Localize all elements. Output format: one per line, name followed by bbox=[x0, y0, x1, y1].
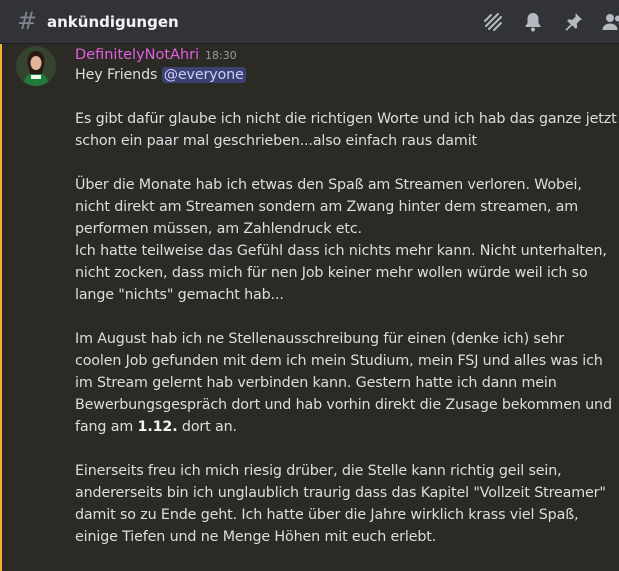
message-line: Hey Friends @everyone bbox=[75, 64, 246, 86]
message-text: fang am bbox=[75, 419, 134, 435]
threads-icon[interactable] bbox=[481, 10, 505, 34]
message-line: Im August hab ich ne Stellenausschreibun… bbox=[75, 331, 564, 347]
message-line: Es gibt dafür glaube ich nicht die richt… bbox=[75, 111, 617, 127]
avatar[interactable] bbox=[16, 46, 56, 86]
members-icon[interactable] bbox=[601, 10, 619, 34]
channel-name: ankündigungen bbox=[47, 13, 179, 31]
message-text: dort an. bbox=[181, 419, 237, 435]
pin-icon[interactable] bbox=[561, 10, 585, 34]
message-line: coolen Job gefunden mit dem ich mein Stu… bbox=[75, 353, 603, 369]
message-line: einige Tiefen und ne Menge Höhen mit euc… bbox=[75, 529, 437, 545]
message-line: Ich hatte teilweise das Gefühl dass ich … bbox=[75, 243, 607, 259]
avatar-image bbox=[16, 46, 56, 86]
message-line: im Stream gelernt hab verbinden kann. Ge… bbox=[75, 375, 557, 391]
greeting-text: Hey Friends bbox=[75, 67, 158, 83]
message-line: fang am 1.12. dort an. bbox=[75, 416, 237, 438]
message-line: damit so zu Ende geht. Ich hatte über di… bbox=[75, 507, 579, 523]
bell-icon[interactable] bbox=[521, 10, 545, 34]
hashtag-icon: # bbox=[17, 7, 38, 35]
message: DefinitelyNotAhri 18:30 Hey Friends @eve… bbox=[0, 44, 619, 571]
message-line: Über die Monate hab ich etwas den Spaß a… bbox=[75, 177, 582, 193]
everyone-mention[interactable]: @everyone bbox=[161, 67, 246, 83]
message-line: performen müssen, am Zahlendruck etc. bbox=[75, 221, 362, 237]
mention-highlight-bar bbox=[0, 44, 2, 571]
message-line: lange "nichts" gemacht hab... bbox=[75, 287, 284, 303]
message-line: nicht direkt am Streamen sondern am Zwan… bbox=[75, 199, 579, 215]
message-line: Bewerbungsgespräch dort und hab vorhin d… bbox=[75, 397, 612, 413]
username[interactable]: DefinitelyNotAhri bbox=[75, 45, 199, 65]
channel-header: # ankündigungen bbox=[0, 0, 619, 44]
message-line: Einerseits freu ich mich riesig drüber, … bbox=[75, 463, 562, 479]
timestamp: 18:30 bbox=[205, 49, 237, 62]
message-line: nicht zocken, dass mich für nen Job kein… bbox=[75, 265, 588, 281]
message-line: schon ein paar mal geschrieben...also ei… bbox=[75, 133, 477, 149]
bold-date: 1.12. bbox=[137, 419, 178, 435]
message-line: andererseits bin ich unglaublich traurig… bbox=[75, 485, 606, 501]
